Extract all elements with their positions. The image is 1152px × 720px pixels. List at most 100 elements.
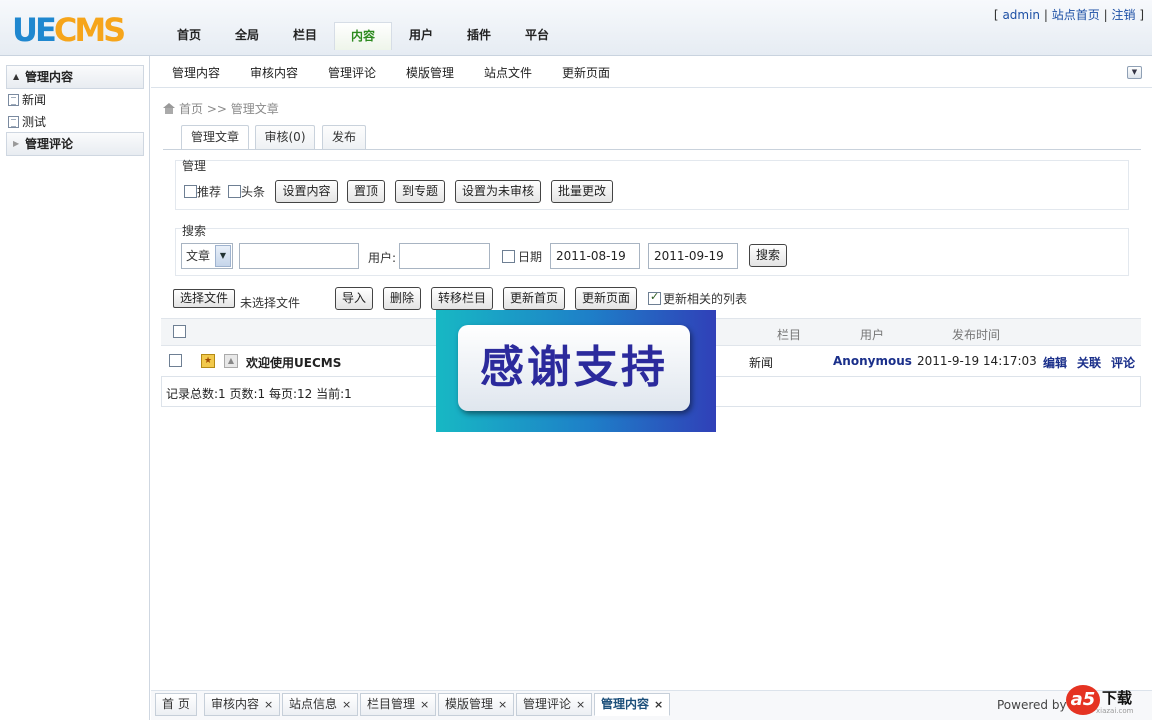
- logout-link[interactable]: 注销: [1111, 8, 1135, 22]
- select-all-checkbox[interactable]: [173, 325, 186, 338]
- user-link[interactable]: admin: [1002, 8, 1040, 22]
- update-home-button[interactable]: 更新首页: [503, 287, 565, 310]
- watermark-download-text: 下载: [1102, 689, 1133, 707]
- update-page-button[interactable]: 更新页面: [575, 287, 637, 310]
- sidebar-item-label: 测试: [22, 115, 47, 129]
- date-to-input[interactable]: 2011-09-19: [648, 243, 738, 269]
- watermark-site-text: xiazai.com: [1096, 707, 1134, 715]
- recommend-label: 推荐: [197, 185, 222, 199]
- close-icon[interactable]: ×: [420, 698, 429, 711]
- relate-link[interactable]: 关联: [1077, 354, 1101, 371]
- header-user: 用户: [860, 328, 885, 342]
- user-filter-input[interactable]: [399, 243, 490, 269]
- a5-download-watermark: a5 下载 xiazai.com: [1066, 685, 1146, 717]
- topnav-user[interactable]: 用户: [392, 22, 450, 50]
- sidebar-item-label: 新闻: [22, 93, 47, 107]
- thanks-banner-text: 感谢支持: [458, 325, 690, 411]
- date-filter-option[interactable]: 日期: [502, 248, 542, 265]
- topnav-column[interactable]: 栏目: [276, 22, 334, 50]
- bottom-tab-manage-content[interactable]: 管理内容 ×: [594, 693, 671, 716]
- collapse-chevron-icon[interactable]: ▼: [1127, 66, 1142, 79]
- manage-title: 管理: [182, 159, 207, 173]
- search-type-select[interactable]: 文章 ▼: [181, 243, 233, 269]
- comment-link[interactable]: 评论: [1111, 354, 1135, 371]
- bottom-tab-column-manage[interactable]: 栏目管理 ×: [360, 693, 437, 716]
- pin-top-button[interactable]: 置顶: [347, 180, 385, 203]
- bottom-tab-template-manage[interactable]: 模版管理 ×: [438, 693, 515, 716]
- update-related-label: 更新相关的列表: [663, 292, 748, 306]
- batch-change-button[interactable]: 批量更改: [551, 180, 613, 203]
- sidebar-group-manage-comments[interactable]: ▶ 管理评论: [6, 132, 144, 156]
- set-content-button[interactable]: 设置内容: [275, 180, 338, 203]
- keyword-input[interactable]: [239, 243, 359, 269]
- subnav-manage-comments[interactable]: 管理评论: [328, 64, 376, 81]
- date-filter-label: 日期: [518, 250, 543, 264]
- sidebar-item-news[interactable]: 新闻: [8, 91, 46, 109]
- a5-logo-mark: a5: [1066, 685, 1100, 715]
- topnav-content[interactable]: 内容: [334, 22, 392, 50]
- bottom-tab-site-info[interactable]: 站点信息 ×: [282, 693, 359, 716]
- sidebar-item-test[interactable]: 测试: [8, 113, 46, 131]
- close-icon[interactable]: ×: [498, 698, 507, 711]
- close-icon[interactable]: ×: [264, 698, 273, 711]
- bottom-tab-review-content[interactable]: 审核内容 ×: [204, 693, 281, 716]
- bottom-tab-label: 站点信息: [289, 697, 338, 711]
- update-related-checkbox[interactable]: [648, 290, 661, 305]
- expanded-triangle-icon: ▲: [13, 72, 20, 81]
- choose-file-button[interactable]: 选择文件: [173, 289, 235, 308]
- subnav-review-content[interactable]: 审核内容: [250, 64, 298, 81]
- powered-by-text: Powered by: [997, 698, 1067, 712]
- date-filter-checkbox[interactable]: [502, 250, 515, 263]
- import-button[interactable]: 导入: [335, 287, 373, 310]
- dropdown-arrow-icon: ▼: [215, 245, 231, 267]
- update-related-option[interactable]: 更新相关的列表: [648, 290, 747, 307]
- tab-manage-articles[interactable]: 管理文章: [181, 125, 249, 150]
- site-home-link[interactable]: 站点首页: [1052, 8, 1100, 22]
- close-icon[interactable]: ×: [342, 698, 351, 711]
- headline-option[interactable]: 头条: [228, 183, 265, 200]
- bottom-tab-label: 管理内容: [601, 697, 650, 711]
- topnav-platform[interactable]: 平台: [508, 22, 566, 50]
- delete-button[interactable]: 删除: [383, 287, 421, 310]
- recommend-option[interactable]: 推荐: [184, 183, 221, 200]
- move-column-button[interactable]: 转移栏目: [431, 287, 493, 310]
- search-button[interactable]: 搜索: [749, 244, 787, 267]
- pin-icon[interactable]: ▲: [224, 354, 238, 368]
- bottom-tab-home[interactable]: 首 页: [155, 693, 197, 716]
- uecms-logo[interactable]: UECMS: [12, 10, 126, 50]
- top-nav: 首页 全局 栏目 内容 用户 插件 平台: [160, 22, 566, 50]
- breadcrumb-separator: >>: [206, 102, 227, 116]
- article-user[interactable]: Anonymous: [833, 354, 912, 368]
- star-icon[interactable]: ★: [201, 354, 215, 368]
- recommend-checkbox[interactable]: [184, 185, 197, 198]
- breadcrumb-home[interactable]: 首页: [179, 102, 203, 116]
- bracket-right: ]: [1139, 8, 1144, 22]
- sidebar: ▲ 管理内容 新闻 测试 ▶ 管理评论: [0, 56, 150, 720]
- topnav-global[interactable]: 全局: [218, 22, 276, 50]
- headline-checkbox[interactable]: [228, 185, 241, 198]
- subnav-template-manage[interactable]: 模版管理: [406, 64, 454, 81]
- bottom-tab-manage-comments[interactable]: 管理评论 ×: [516, 693, 593, 716]
- edit-link[interactable]: 编辑: [1043, 354, 1067, 371]
- logo-cms: CMS: [53, 11, 126, 49]
- breadcrumb: 首页 >> 管理文章: [163, 100, 279, 117]
- tab-review[interactable]: 审核(0): [255, 125, 315, 149]
- date-from-input[interactable]: 2011-08-19: [550, 243, 640, 269]
- document-icon: [8, 116, 19, 128]
- close-icon[interactable]: ×: [654, 698, 663, 711]
- subnav-update-pages[interactable]: 更新页面: [562, 64, 610, 81]
- article-title-link[interactable]: 欢迎使用UECMS: [246, 354, 341, 371]
- close-icon[interactable]: ×: [576, 698, 585, 711]
- separator: |: [1043, 8, 1048, 22]
- no-file-label: 未选择文件: [240, 296, 301, 310]
- row-checkbox[interactable]: [169, 354, 182, 367]
- subnav-site-files[interactable]: 站点文件: [484, 64, 532, 81]
- to-topic-button[interactable]: 到专题: [395, 180, 445, 203]
- topnav-plugin[interactable]: 插件: [450, 22, 508, 50]
- sidebar-group-manage-content[interactable]: ▲ 管理内容: [6, 65, 144, 89]
- set-unreviewed-button[interactable]: 设置为未审核: [455, 180, 541, 203]
- user-filter-label: 用户:: [368, 251, 397, 265]
- topnav-home[interactable]: 首页: [160, 22, 218, 50]
- subnav-manage-content[interactable]: 管理内容: [172, 64, 220, 81]
- tab-publish[interactable]: 发布: [322, 125, 366, 149]
